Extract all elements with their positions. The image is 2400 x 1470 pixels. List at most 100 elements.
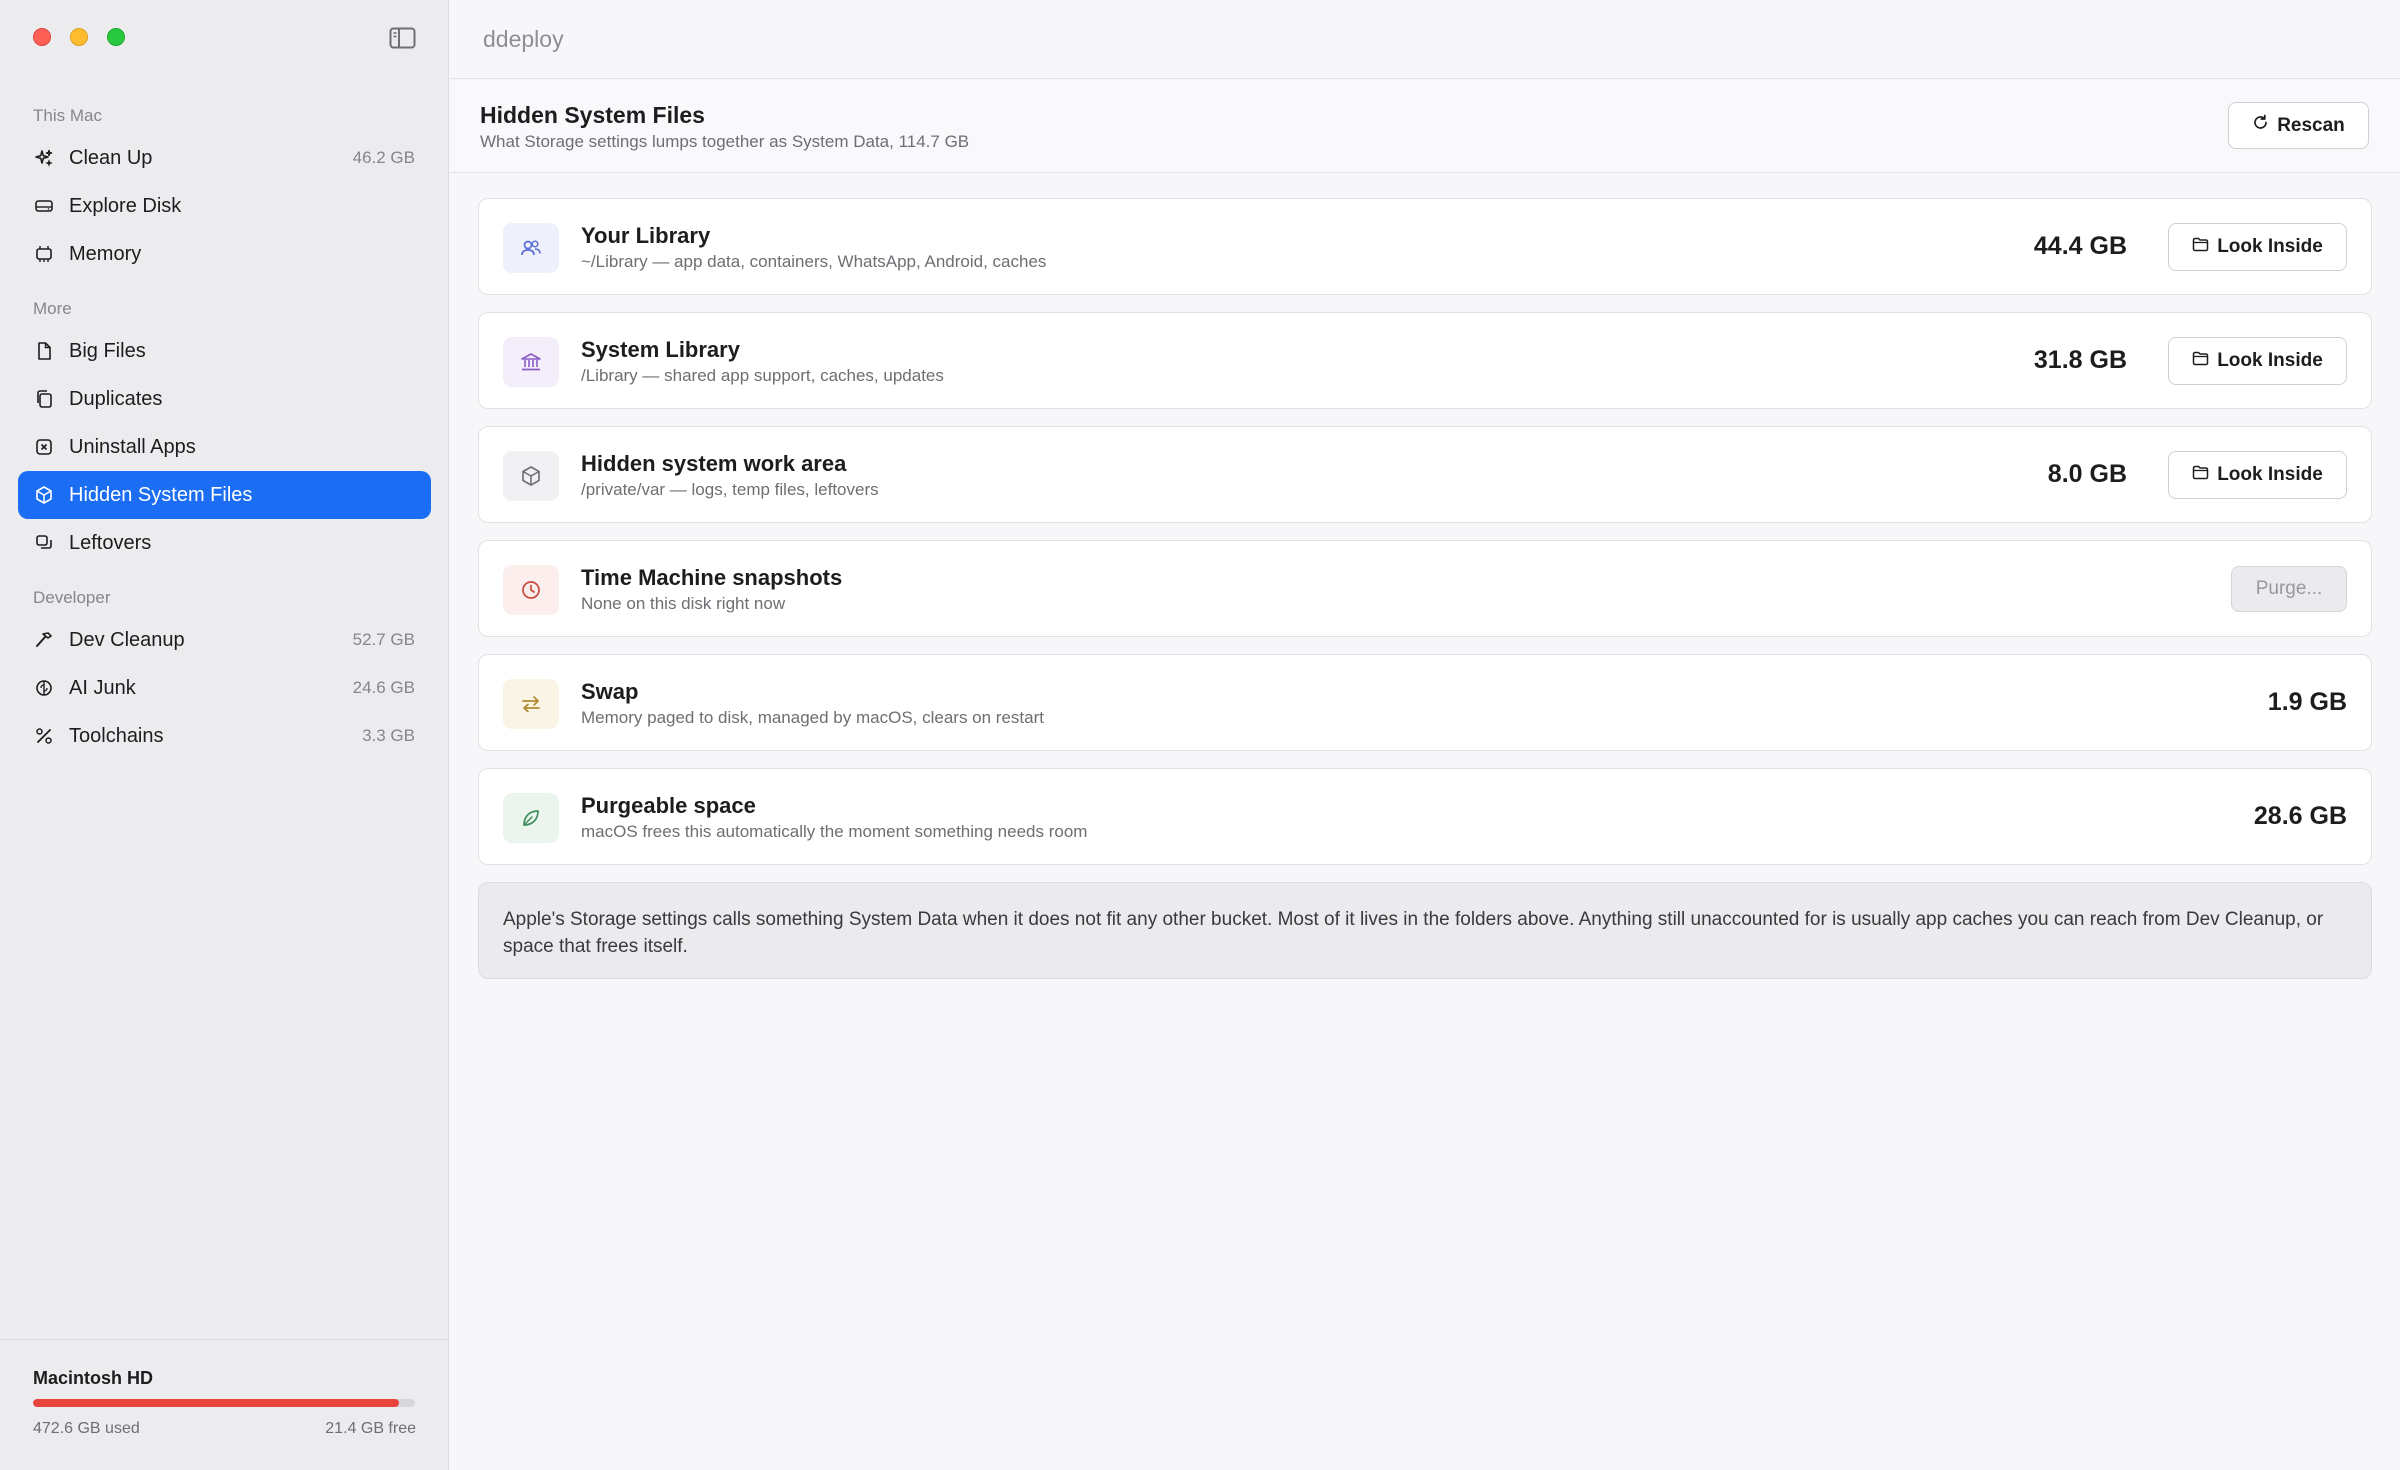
- sidebar-item-count: 52.7 GB: [352, 630, 415, 649]
- leaf-icon: [503, 793, 559, 843]
- sidebar-item-label: Hidden System Files: [69, 483, 253, 506]
- brain-icon: [34, 678, 54, 698]
- sidebar-item-label: Memory: [69, 242, 142, 265]
- card-title: Purgeable space: [581, 793, 756, 818]
- folder-icon: [2192, 464, 2209, 487]
- sidebar-item-big-files[interactable]: Big Files: [18, 327, 431, 375]
- copy-icon: [34, 389, 54, 409]
- people-icon: [503, 223, 559, 273]
- sidebar-item-label: Clean Up: [69, 146, 153, 169]
- card-time-machine-snapshots: Time Machine snapshots None on this disk…: [478, 540, 2372, 637]
- page-subtitle: What Storage settings lumps together as …: [480, 132, 970, 151]
- sidebar-toggle-icon[interactable]: [389, 27, 416, 49]
- rescan-label: Rescan: [2277, 114, 2345, 136]
- sidebar: This Mac Clean Up 46.2 GB Explore Disk M…: [0, 0, 449, 1470]
- box-icon: [503, 451, 559, 501]
- card-hidden-system-work-area: Hidden system work area /private/var — l…: [478, 426, 2372, 523]
- disk-usage-panel: Macintosh HD 472.6 GB used 21.4 GB free: [0, 1339, 449, 1470]
- card-subtitle: ~/Library — app data, containers, WhatsA…: [581, 252, 1047, 271]
- card-your-library: Your Library ~/Library — app data, conta…: [478, 198, 2372, 295]
- document-icon: [34, 341, 54, 361]
- sidebar-item-count: 24.6 GB: [352, 678, 415, 697]
- refresh-icon: [2252, 114, 2269, 137]
- card-subtitle: /private/var — logs, temp files, leftove…: [581, 480, 879, 499]
- card-subtitle: Memory paged to disk, managed by macOS, …: [581, 708, 1044, 727]
- sidebar-item-explore-disk[interactable]: Explore Disk: [18, 182, 431, 230]
- building-columns-icon: [503, 337, 559, 387]
- hammer-icon: [34, 630, 54, 650]
- x-square-icon: [34, 437, 54, 457]
- page-header: Hidden System Files What Storage setting…: [450, 80, 2400, 173]
- card-title: System Library: [581, 337, 740, 362]
- sidebar-item-label: AI Junk: [69, 676, 136, 699]
- title-bar: ddeploy: [450, 0, 2400, 79]
- sidebar-item-hidden-system-files[interactable]: Hidden System Files: [18, 471, 431, 519]
- card-size: 8.0 GB: [2047, 460, 2127, 488]
- section-more: More: [33, 299, 72, 318]
- sidebar-item-label: Leftovers: [69, 531, 152, 554]
- card-subtitle: macOS frees this automatically the momen…: [581, 822, 1088, 841]
- sidebar-item-label: Uninstall Apps: [69, 435, 196, 458]
- memory-chip-icon: [34, 244, 54, 264]
- sidebar-item-memory[interactable]: Memory: [18, 230, 431, 278]
- card-purgeable-space: Purgeable space macOS frees this automat…: [478, 768, 2372, 865]
- close-window-button[interactable]: [33, 28, 51, 46]
- sidebar-item-ai-junk[interactable]: AI Junk 24.6 GB: [18, 664, 431, 712]
- card-title: Hidden system work area: [581, 451, 847, 476]
- card-size: 1.9 GB: [2267, 688, 2347, 716]
- clock-icon: [503, 565, 559, 615]
- sidebar-item-duplicates[interactable]: Duplicates: [18, 375, 431, 423]
- disk-used-label: 472.6 GB used: [33, 1420, 140, 1437]
- system-data-explanation: Apple's Storage settings calls something…: [478, 882, 2372, 979]
- minimize-window-button[interactable]: [70, 28, 88, 46]
- folder-icon: [2192, 236, 2209, 259]
- drive-icon: [34, 196, 54, 216]
- cube-icon: [34, 485, 54, 505]
- card-size: 28.6 GB: [2253, 802, 2347, 830]
- disk-name: Macintosh HD: [33, 1368, 154, 1388]
- card-subtitle: /Library — shared app support, caches, u…: [581, 366, 944, 385]
- card-size: 44.4 GB: [2033, 232, 2127, 260]
- sidebar-item-label: Duplicates: [69, 387, 163, 410]
- arrows-swap-icon: [503, 679, 559, 729]
- card-system-library: System Library /Library — shared app sup…: [478, 312, 2372, 409]
- sidebar-item-count: 3.3 GB: [362, 726, 415, 745]
- sidebar-item-label: Big Files: [69, 339, 146, 362]
- sidebar-item-count: 46.2 GB: [352, 148, 415, 167]
- disk-usage-fill: [33, 1399, 399, 1407]
- sidebar-item-label: Toolchains: [69, 724, 164, 747]
- section-developer: Developer: [33, 588, 111, 607]
- sidebar-item-uninstall-apps[interactable]: Uninstall Apps: [18, 423, 431, 471]
- page-title: Hidden System Files: [480, 102, 705, 128]
- look-inside-button[interactable]: Look Inside: [2168, 223, 2347, 271]
- look-inside-label: Look Inside: [2217, 350, 2323, 371]
- zoom-window-button[interactable]: [107, 28, 125, 46]
- sparkles-icon: [34, 148, 54, 168]
- app-title: ddeploy: [483, 26, 564, 52]
- card-size: 31.8 GB: [2033, 346, 2127, 374]
- card-title: Time Machine snapshots: [581, 565, 843, 590]
- sidebar-item-clean-up[interactable]: Clean Up 46.2 GB: [18, 134, 431, 182]
- look-inside-label: Look Inside: [2217, 236, 2323, 257]
- window-controls: [33, 28, 125, 46]
- look-inside-label: Look Inside: [2217, 464, 2323, 485]
- card-title: Your Library: [581, 223, 711, 248]
- purge-button[interactable]: Purge...: [2231, 566, 2347, 612]
- disk-free-label: 21.4 GB free: [325, 1420, 416, 1437]
- sidebar-item-label: Explore Disk: [69, 194, 182, 217]
- sidebar-item-dev-cleanup[interactable]: Dev Cleanup 52.7 GB: [18, 616, 431, 664]
- sidebar-item-label: Dev Cleanup: [69, 628, 185, 651]
- wrench-icon: [34, 726, 54, 746]
- folder-icon: [2192, 350, 2209, 373]
- sidebar-item-toolchains[interactable]: Toolchains 3.3 GB: [18, 712, 431, 760]
- card-title: Swap: [581, 679, 639, 704]
- disk-usage-bar: [33, 1399, 415, 1407]
- stack-icon: [34, 533, 54, 553]
- sidebar-item-leftovers[interactable]: Leftovers: [18, 519, 431, 567]
- card-swap: Swap Memory paged to disk, managed by ma…: [478, 654, 2372, 751]
- rescan-button[interactable]: Rescan: [2228, 102, 2369, 149]
- look-inside-button[interactable]: Look Inside: [2168, 337, 2347, 385]
- card-subtitle: None on this disk right now: [581, 594, 786, 613]
- look-inside-button[interactable]: Look Inside: [2168, 451, 2347, 499]
- section-this-mac: This Mac: [33, 106, 102, 125]
